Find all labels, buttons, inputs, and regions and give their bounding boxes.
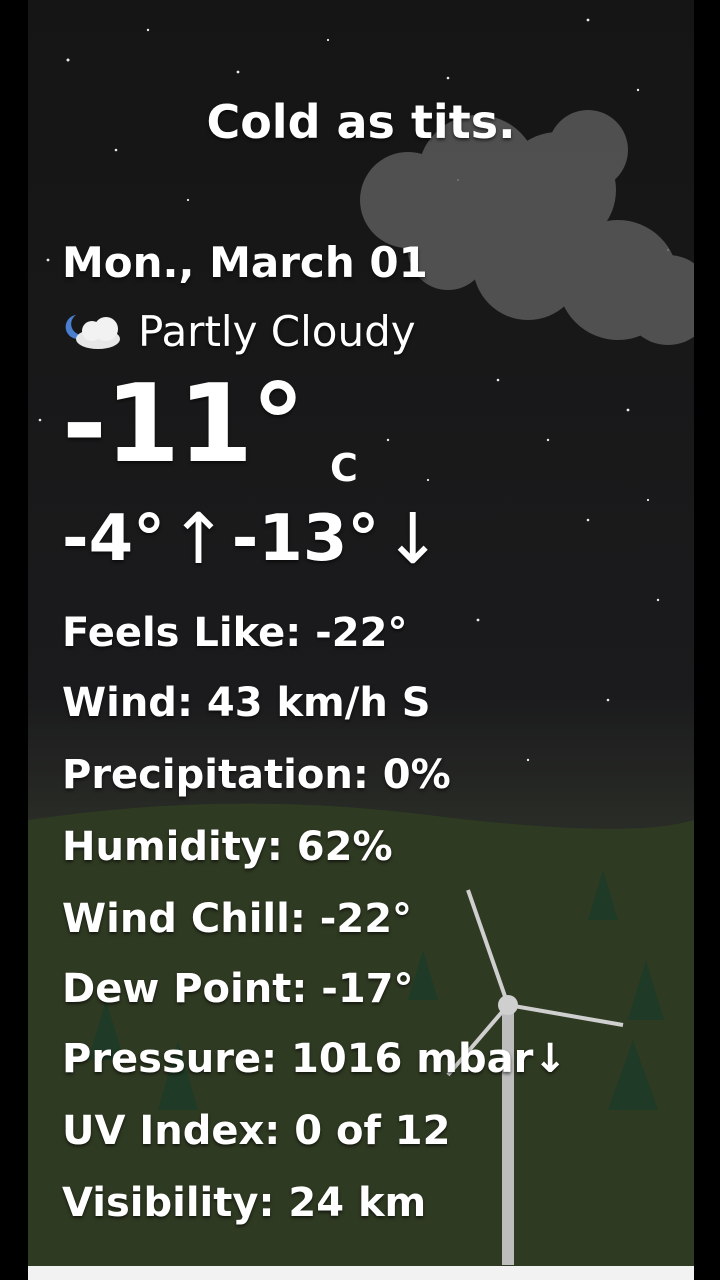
date-label: Mon., March 01 [62,238,428,287]
arrow-down-icon: ↓ [383,498,443,580]
current-temperature: -11° [62,362,305,487]
condition-label: Partly Cloudy [138,307,416,356]
pressure: Pressure: 1016 mbar↓ [62,1036,567,1082]
dew-point: Dew Point: -17° [62,966,414,1012]
page-title: Cold as tits. [206,95,516,149]
wind: Wind: 43 km/h S [62,680,431,726]
visibility: Visibility: 24 km [62,1180,427,1226]
humidity: Humidity: 62% [62,824,393,870]
uv-index: UV Index: 0 of 12 [62,1108,451,1154]
weather-screen: Cold as tits. Mon., March 01 Partly Clou… [28,0,694,1266]
condition-row: Partly Cloudy [62,307,416,356]
low-temperature: -13° [231,502,380,576]
temperature-unit: C [330,446,358,490]
wind-chill: Wind Chill: -22° [62,896,413,942]
precipitation: Precipitation: 0% [62,752,451,798]
high-temperature: -4° [62,502,166,576]
high-low-row: -4° ↑ -13° ↓ [62,498,446,580]
bottom-edge-bar [28,1266,694,1280]
arrow-up-icon: ↑ [169,498,228,580]
feels-like: Feels Like: -22° [62,610,408,656]
moon-cloud-icon [65,314,120,349]
